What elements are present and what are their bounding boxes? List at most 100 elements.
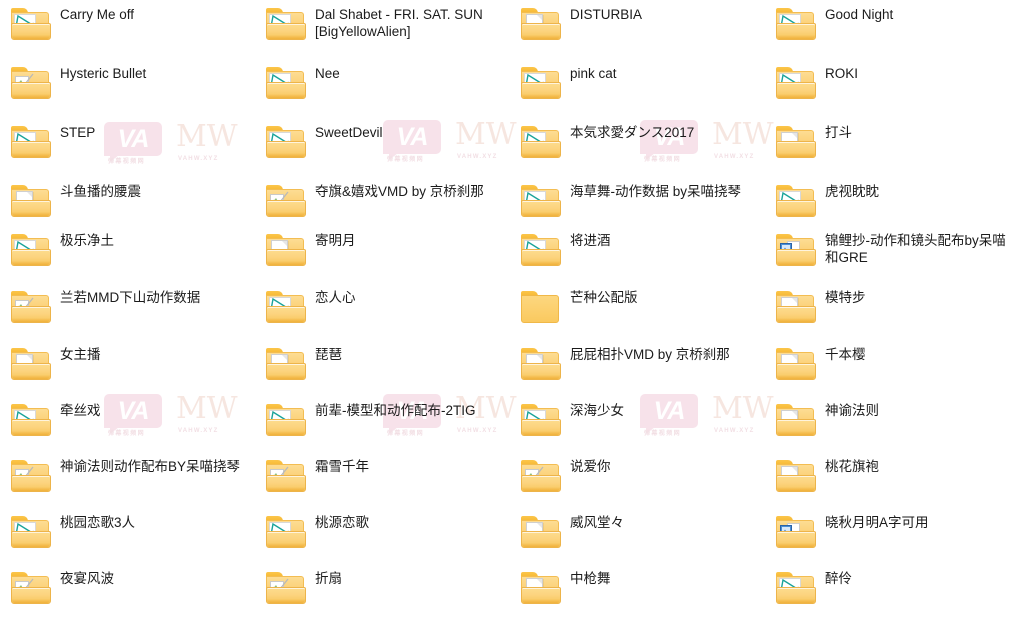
folder-item[interactable]: 神谕法则 bbox=[773, 400, 1018, 456]
folder-paint-thumb-icon[interactable] bbox=[8, 458, 52, 496]
folder-item[interactable]: 斗鱼播的腰震 bbox=[8, 181, 258, 237]
folder-name-label: 折扇 bbox=[315, 571, 342, 586]
folder-doc-thumb-icon[interactable] bbox=[518, 6, 562, 44]
folder-item[interactable]: DISTURBIA bbox=[518, 4, 768, 60]
folder-video-thumb-icon[interactable] bbox=[773, 65, 817, 103]
folder-name-label: 虎视眈眈 bbox=[825, 184, 879, 199]
folder-item[interactable]: Good Night bbox=[773, 4, 1018, 60]
folder-item[interactable]: 折扇 bbox=[263, 568, 513, 624]
folder-video-thumb-icon[interactable] bbox=[263, 6, 307, 44]
folder-item[interactable]: pink cat bbox=[518, 63, 768, 119]
folder-item[interactable]: 深海少女 bbox=[518, 400, 768, 456]
folder-item[interactable]: 本気求愛ダンス2017 bbox=[518, 122, 768, 178]
folder-icon bbox=[266, 6, 306, 40]
folder-video-thumb-icon[interactable] bbox=[8, 232, 52, 270]
folder-icon bbox=[521, 232, 561, 266]
folder-video-thumb-icon[interactable] bbox=[518, 402, 562, 440]
folder-doc-thumb-icon[interactable] bbox=[773, 346, 817, 384]
folder-item[interactable]: Hysteric Bullet bbox=[8, 63, 258, 119]
folder-video-thumb-icon[interactable] bbox=[773, 183, 817, 221]
folder-item[interactable]: 夺旗&嬉戏VMD by 京桥刹那 bbox=[263, 181, 513, 237]
folder-item[interactable]: 极乐净土 bbox=[8, 230, 258, 286]
folder-name-label: 模特步 bbox=[825, 290, 866, 305]
folder-item[interactable]: 琵琶 bbox=[263, 344, 513, 400]
folder-item[interactable]: 说爱你 bbox=[518, 456, 768, 512]
folder-item[interactable]: 兰若MMD下山动作数据 bbox=[8, 287, 258, 343]
folder-video-thumb-icon[interactable] bbox=[263, 65, 307, 103]
folder-item[interactable]: 桃花旗袍 bbox=[773, 456, 1018, 512]
folder-item[interactable]: STEP bbox=[8, 122, 258, 178]
folder-doc-thumb-icon[interactable] bbox=[773, 124, 817, 162]
folder-video-thumb-icon[interactable] bbox=[518, 232, 562, 270]
folder-doc-thumb-icon[interactable] bbox=[518, 346, 562, 384]
folder-video-thumb-icon[interactable] bbox=[8, 514, 52, 552]
folder-item[interactable]: 威风堂々 bbox=[518, 512, 768, 568]
folder-doc-thumb-icon[interactable] bbox=[263, 232, 307, 270]
folder-item[interactable]: ROKI bbox=[773, 63, 1018, 119]
folder-video-thumb-icon[interactable] bbox=[8, 402, 52, 440]
folder-doc-thumb-icon[interactable] bbox=[773, 458, 817, 496]
folder-icon bbox=[266, 232, 306, 266]
folder-item[interactable]: SweetDevil bbox=[263, 122, 513, 178]
folder-doc-thumb-icon[interactable] bbox=[773, 402, 817, 440]
folder-plain-icon[interactable] bbox=[518, 289, 562, 327]
folder-front-panel bbox=[776, 306, 816, 323]
folder-video-thumb-icon[interactable] bbox=[263, 514, 307, 552]
folder-item[interactable]: 夜宴风波 bbox=[8, 568, 258, 624]
folder-video-thumb-icon[interactable] bbox=[263, 124, 307, 162]
folder-item[interactable]: 屁屁相扑VMD by 京桥刹那 bbox=[518, 344, 768, 400]
folder-item[interactable]: 晓秋月明A字可用 bbox=[773, 512, 1018, 568]
folder-paint-thumb-icon[interactable] bbox=[8, 570, 52, 608]
folder-item[interactable]: 霜雪千年 bbox=[263, 456, 513, 512]
folder-item[interactable]: 将进酒 bbox=[518, 230, 768, 286]
folder-video-thumb-icon[interactable] bbox=[263, 289, 307, 327]
folder-doc-thumb-icon[interactable] bbox=[8, 183, 52, 221]
folder-video-thumb-icon[interactable] bbox=[773, 570, 817, 608]
folder-item[interactable]: 海草舞-动作数据 by呆喵挠琴 bbox=[518, 181, 768, 237]
folder-item[interactable]: 牵丝戏 bbox=[8, 400, 258, 456]
folder-item[interactable]: 神谕法则动作配布BY呆喵挠琴 bbox=[8, 456, 258, 512]
folder-item[interactable]: Carry Me off bbox=[8, 4, 258, 60]
folder-video-thumb-icon[interactable] bbox=[8, 124, 52, 162]
folder-item[interactable]: 千本樱 bbox=[773, 344, 1018, 400]
folder-video-thumb-icon[interactable] bbox=[8, 6, 52, 44]
folder-item[interactable]: 虎视眈眈 bbox=[773, 181, 1018, 237]
folder-item[interactable]: 桃源恋歌 bbox=[263, 512, 513, 568]
folder-video-thumb-icon[interactable] bbox=[263, 402, 307, 440]
folder-doc-thumb-icon[interactable] bbox=[8, 346, 52, 384]
folder-icon bbox=[11, 289, 51, 323]
folder-item[interactable]: 桃园恋歌3人 bbox=[8, 512, 258, 568]
folder-doc-thumb-icon[interactable] bbox=[773, 289, 817, 327]
folder-item[interactable]: 前辈-模型和动作配布-2TIG bbox=[263, 400, 513, 456]
folder-paint-thumb-icon[interactable] bbox=[263, 183, 307, 221]
folder-item[interactable]: 寄明月 bbox=[263, 230, 513, 286]
folder-name-label: 斗鱼播的腰震 bbox=[60, 184, 141, 199]
folder-doc-thumb-icon[interactable] bbox=[518, 570, 562, 608]
folder-front-panel bbox=[521, 363, 561, 380]
folder-paint-thumb-icon[interactable] bbox=[518, 458, 562, 496]
folder-icon bbox=[266, 458, 306, 492]
folder-video-thumb-icon[interactable] bbox=[773, 6, 817, 44]
folder-item[interactable]: 中枪舞 bbox=[518, 568, 768, 624]
folder-doc-thumb-icon[interactable] bbox=[518, 514, 562, 552]
folder-item[interactable]: 女主播 bbox=[8, 344, 258, 400]
folder-doc-thumb-icon[interactable] bbox=[263, 346, 307, 384]
folder-paint-thumb-icon[interactable] bbox=[263, 458, 307, 496]
folder-item[interactable]: 打斗 bbox=[773, 122, 1018, 178]
folder-video-thumb-icon[interactable] bbox=[518, 124, 562, 162]
folder-paint-thumb-icon[interactable] bbox=[263, 570, 307, 608]
folder-paint-thumb-icon[interactable] bbox=[8, 289, 52, 327]
folder-paint-thumb-icon[interactable] bbox=[8, 65, 52, 103]
folder-picture-thumb-icon[interactable] bbox=[773, 232, 817, 270]
folder-item[interactable]: 模特步 bbox=[773, 287, 1018, 343]
folder-item[interactable]: 醉伶 bbox=[773, 568, 1018, 624]
folder-front-panel bbox=[521, 200, 561, 217]
folder-item[interactable]: 锦鲤抄-动作和镜头配布by呆喵和GRE bbox=[773, 230, 1018, 286]
folder-item[interactable]: Nee bbox=[263, 63, 513, 119]
folder-video-thumb-icon[interactable] bbox=[518, 183, 562, 221]
folder-item[interactable]: 恋人心 bbox=[263, 287, 513, 343]
folder-picture-thumb-icon[interactable] bbox=[773, 514, 817, 552]
folder-item[interactable]: Dal Shabet - FRI. SAT. SUN [BigYellowAli… bbox=[263, 4, 513, 60]
folder-video-thumb-icon[interactable] bbox=[518, 65, 562, 103]
folder-item[interactable]: 芒种公配版 bbox=[518, 287, 768, 343]
